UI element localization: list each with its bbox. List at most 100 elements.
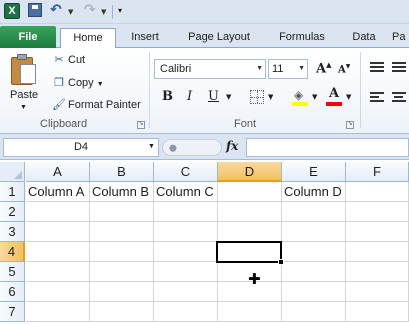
borders-dropdown-icon[interactable]: ▼ [268, 93, 273, 101]
select-all-corner[interactable] [0, 162, 25, 182]
align-center-icon[interactable] [392, 92, 406, 104]
format-painter-button[interactable]: 🖌 Format Painter [52, 96, 141, 114]
tab-insert[interactable]: Insert [122, 28, 168, 48]
excel-logo-icon[interactable]: X [4, 3, 20, 19]
row-header-1[interactable]: 1 [0, 182, 25, 202]
name-box-dropdown-icon[interactable]: ▼ [148, 143, 155, 150]
tab-page-partial[interactable]: Pa [392, 28, 409, 48]
underline-dropdown-icon[interactable]: ▼ [226, 93, 231, 101]
cell-f7[interactable] [346, 302, 409, 322]
cell-d3[interactable] [218, 222, 282, 242]
undo-dropdown-icon[interactable]: ▼ [68, 8, 73, 16]
redo-icon[interactable]: ↷ [84, 2, 96, 18]
fill-handle[interactable] [278, 259, 284, 265]
column-header-b[interactable]: B [90, 162, 154, 182]
cell-d2[interactable] [218, 202, 282, 222]
cell-f1[interactable] [346, 182, 409, 202]
cut-button[interactable]: ✂ Cut [52, 51, 85, 69]
row-header-6[interactable]: 6 [0, 282, 25, 302]
align-top-icon[interactable] [370, 62, 384, 74]
cell-b6[interactable] [90, 282, 154, 302]
fill-color-dropdown-icon[interactable]: ▼ [312, 93, 317, 101]
cell-d7[interactable] [218, 302, 282, 322]
column-header-e[interactable]: E [282, 162, 346, 182]
active-cell-d4[interactable] [216, 241, 282, 263]
paste-button[interactable]: Paste [10, 89, 38, 101]
cell-c6[interactable] [154, 282, 218, 302]
font-launcher-icon[interactable]: ↘ [346, 121, 354, 129]
cell-b2[interactable] [90, 202, 154, 222]
cell-c2[interactable] [154, 202, 218, 222]
redo-dropdown-icon[interactable]: ▼ [101, 8, 106, 16]
cell-b1[interactable]: Column B [90, 182, 154, 202]
cell-c5[interactable] [154, 262, 218, 282]
column-header-d[interactable]: D [218, 162, 282, 182]
cell-b5[interactable] [90, 262, 154, 282]
cell-a2[interactable] [26, 202, 90, 222]
cell-d1[interactable] [218, 182, 282, 202]
cell-f3[interactable] [346, 222, 409, 242]
align-left-icon[interactable] [370, 92, 384, 104]
column-header-c[interactable]: C [154, 162, 218, 182]
customize-qat-icon[interactable]: ▾ [118, 6, 122, 15]
cell-f5[interactable] [346, 262, 409, 282]
paste-dropdown-icon[interactable]: ▼ [20, 104, 27, 111]
cell-c1[interactable]: Column C [154, 182, 218, 202]
tab-home[interactable]: Home [60, 28, 116, 49]
underline-button[interactable]: U [208, 89, 219, 104]
cell-b3[interactable] [90, 222, 154, 242]
cell-c7[interactable] [154, 302, 218, 322]
shrink-font-icon[interactable]: A▼ [338, 63, 350, 75]
save-icon[interactable] [28, 3, 42, 17]
row-header-5[interactable]: 5 [0, 262, 25, 282]
column-header-f[interactable]: F [346, 162, 409, 182]
tab-formulas[interactable]: Formulas [270, 28, 334, 48]
font-name-select[interactable]: Calibri ▼ [154, 59, 266, 79]
paste-icon[interactable] [11, 54, 37, 86]
clipboard-launcher-icon[interactable]: ↘ [137, 121, 145, 129]
italic-button[interactable]: I [187, 89, 192, 104]
borders-icon[interactable] [250, 90, 264, 104]
cell-a7[interactable] [26, 302, 90, 322]
cell-a6[interactable] [26, 282, 90, 302]
cell-e6[interactable] [282, 282, 346, 302]
cell-e2[interactable] [282, 202, 346, 222]
tab-data[interactable]: Data [346, 28, 382, 48]
splitter-icon[interactable]: ⬤ [169, 144, 177, 152]
cell-e7[interactable] [282, 302, 346, 322]
cell-a4[interactable] [26, 242, 90, 262]
cell-e3[interactable] [282, 222, 346, 242]
cell-f2[interactable] [346, 202, 409, 222]
name-box[interactable]: D4 [3, 138, 159, 157]
font-color-dropdown-icon[interactable]: ▼ [346, 93, 351, 101]
bold-button[interactable]: B [162, 89, 173, 104]
cell-e1[interactable]: Column D [282, 182, 346, 202]
fx-icon[interactable]: fx [226, 139, 238, 153]
fill-color-icon[interactable]: ◈ [292, 88, 308, 106]
row-header-7[interactable]: 7 [0, 302, 25, 322]
grow-font-icon[interactable]: A▲ [316, 60, 331, 76]
cell-c3[interactable] [154, 222, 218, 242]
cell-e4[interactable] [282, 242, 346, 262]
row-header-2[interactable]: 2 [0, 202, 25, 222]
cell-f4[interactable] [346, 242, 409, 262]
font-color-icon[interactable]: A [326, 86, 342, 106]
column-header-a[interactable]: A [26, 162, 90, 182]
font-size-select[interactable]: 11 ▼ [268, 59, 308, 79]
tab-file[interactable]: File [0, 26, 56, 48]
cell-a3[interactable] [26, 222, 90, 242]
cell-a5[interactable] [26, 262, 90, 282]
row-header-3[interactable]: 3 [0, 222, 25, 242]
align-middle-icon[interactable] [392, 62, 406, 74]
formula-input[interactable] [246, 138, 409, 157]
row-header-4[interactable]: 4 [0, 242, 25, 262]
copy-button[interactable]: ❐ Copy ▼ [52, 74, 104, 92]
cell-f6[interactable] [346, 282, 409, 302]
undo-icon[interactable]: ↶ [50, 2, 62, 18]
cell-a1[interactable]: Column A [26, 182, 90, 202]
cell-b4[interactable] [90, 242, 154, 262]
cell-e5[interactable] [282, 262, 346, 282]
cell-b7[interactable] [90, 302, 154, 322]
cell-c4[interactable] [154, 242, 218, 262]
tab-page-layout[interactable]: Page Layout [180, 28, 258, 48]
